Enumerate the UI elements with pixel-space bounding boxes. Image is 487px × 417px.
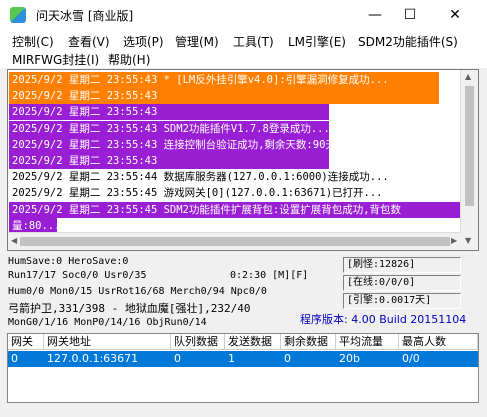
scroll-thumb[interactable]: [465, 86, 474, 206]
log-vertical-scrollbar[interactable]: ▲ ▼: [460, 70, 478, 250]
menu-bar: 控制(C) 查看(V) 选项(P) 管理(M) 工具(T) LM引擎(E) SD…: [0, 30, 487, 68]
column-header[interactable]: 网关地址: [44, 334, 171, 350]
column-header[interactable]: 发送数据: [225, 334, 281, 350]
column-header[interactable]: 最高人数: [399, 334, 478, 350]
log-line: 2025/9/2 星期二 23:55:43: [9, 104, 329, 121]
table-cell[interactable]: 127.0.0.1:63671: [44, 351, 171, 367]
scroll-up-icon[interactable]: ▲: [465, 72, 471, 81]
log-panel[interactable]: 2025/9/2 星期二 23:55:43 * [LM反外挂引擎v4.0]:引擎…: [7, 69, 479, 251]
table-cell[interactable]: 0: [8, 351, 44, 367]
column-header[interactable]: 剩余数据: [281, 334, 336, 350]
status-timer: 0:2:30 [M][F]: [230, 270, 309, 281]
scroll-down-icon[interactable]: ▼: [465, 236, 471, 245]
log-line: 2025/9/2 星期二 23:55:45 SDM2功能插件扩展背包:设置扩展背…: [9, 201, 463, 218]
menu-manage[interactable]: 管理(M): [175, 33, 219, 50]
table-cell[interactable]: 0/0: [399, 351, 478, 367]
maximize-button[interactable]: ☐: [388, 0, 432, 30]
status-mon: MonG0/1/16 MonP0/14/16 ObjRun0/14: [8, 317, 207, 328]
status-save: HumSave:0 HeroSave:0: [8, 256, 129, 267]
column-header[interactable]: 网关: [8, 334, 44, 350]
scroll-thumb-horizontal[interactable]: [20, 237, 450, 246]
log-line: 2025/9/2 星期二 23:55:43: [9, 88, 439, 105]
menu-mirfwg[interactable]: MIRFWG封挂(I): [12, 51, 99, 68]
menu-lm-engine[interactable]: LM引擎(E): [288, 33, 346, 50]
status-run: Run17/17 Soc0/0 Usr0/35: [8, 270, 147, 281]
menu-view[interactable]: 查看(V): [68, 33, 110, 50]
menu-tools[interactable]: 工具(T): [233, 33, 274, 50]
log-line: 2025/9/2 星期二 23:55:43 * [LM反外挂引擎v4.0]:引擎…: [9, 72, 439, 88]
menu-control[interactable]: 控制(C): [12, 33, 54, 50]
app-icon: [10, 7, 26, 23]
title-bar: 问天冰雪 [商业版] — ☐ ✕: [0, 0, 487, 30]
log-line: 2025/9/2 星期二 23:55:44 数据库服务器(127.0.0.1:6…: [9, 169, 389, 186]
log-line: 2025/9/2 星期二 23:55:45 游戏网关[0](127.0.0.1:…: [9, 185, 383, 202]
scroll-left-icon[interactable]: ◀: [11, 236, 17, 245]
column-header[interactable]: 平均流量: [336, 334, 399, 350]
close-button[interactable]: ✕: [433, 0, 477, 30]
status-hum: Hum0/0 Mon0/15 UsrRot16/68 Merch0/94 Npc…: [8, 286, 267, 297]
table-cell[interactable]: 0: [171, 351, 225, 367]
engine-box: [引擎:0.0017天]: [343, 293, 461, 309]
menu-help[interactable]: 帮助(H): [108, 51, 150, 68]
log-line: 2025/9/2 星期二 23:55:43: [9, 153, 329, 169]
program-version: 程序版本: 4.00 Build 20151104: [300, 313, 467, 326]
menu-options[interactable]: 选项(P): [123, 33, 164, 50]
gateway-table[interactable]: 网关 网关地址 队列数据 发送数据 剩余数据 平均流量 最高人数 0 127.0…: [7, 333, 479, 403]
table-cell[interactable]: 1: [225, 351, 281, 367]
menu-sdm2-plugin[interactable]: SDM2功能插件(S): [358, 33, 458, 50]
scroll-right-icon[interactable]: ▶: [451, 236, 457, 245]
refresh-monster-box: [刷怪:12826]: [343, 257, 461, 273]
column-header[interactable]: 队列数据: [171, 334, 225, 350]
log-line: 2025/9/2 星期二 23:55:43 连接控制台验证成功,剩余天数:90天: [9, 136, 336, 153]
window-title: 问天冰雪 [商业版]: [36, 9, 134, 23]
status-monster: 弓箭护卫,331/398 - 地狱血魔[强壮],232/40: [8, 302, 251, 315]
log-line: 2025/9/2 星期二 23:55:43 SDM2功能插件V1.7.8登录成功…: [9, 120, 330, 137]
table-cell[interactable]: 20b: [336, 351, 399, 367]
log-horizontal-scrollbar[interactable]: ◀ ▶: [8, 232, 461, 250]
table-cell[interactable]: 0: [281, 351, 336, 367]
online-box: [在线:0/0/0]: [343, 275, 461, 291]
